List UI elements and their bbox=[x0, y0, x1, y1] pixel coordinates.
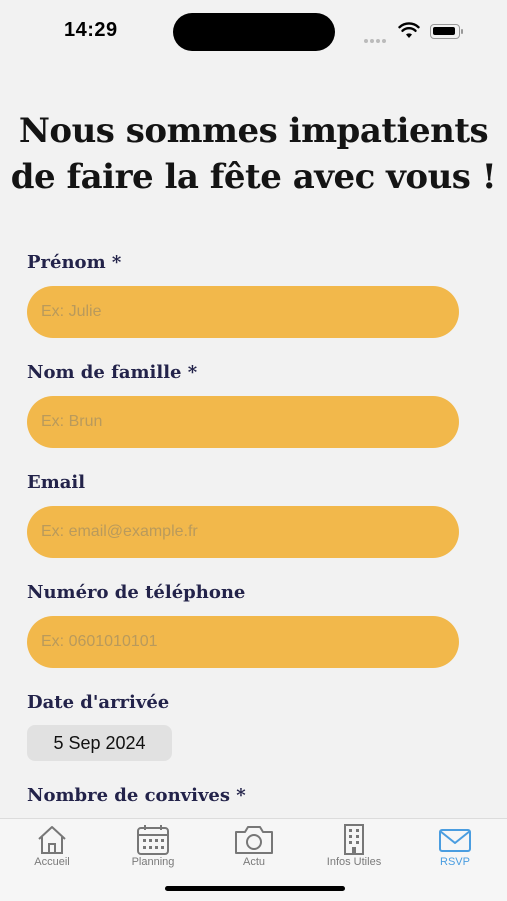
tab-accueil-label: Accueil bbox=[34, 856, 70, 868]
home-indicator bbox=[165, 886, 345, 891]
arrival-date-label: Date d'arrivée bbox=[27, 692, 170, 713]
calendar-icon bbox=[137, 825, 169, 855]
arrival-date-picker[interactable]: 5 Sep 2024 bbox=[27, 725, 172, 761]
building-icon bbox=[344, 824, 364, 855]
status-time: 14:29 bbox=[64, 19, 118, 41]
tab-actu-label: Actu bbox=[242, 856, 265, 868]
first-name-input[interactable] bbox=[27, 286, 459, 338]
tab-planning-label: Planning bbox=[131, 856, 175, 868]
tab-infos-utiles-label: Infos Utiles bbox=[326, 856, 382, 868]
signal-icon bbox=[364, 30, 388, 48]
home-icon bbox=[38, 826, 66, 854]
tab-planning[interactable]: Planning bbox=[103, 819, 203, 879]
page-title-line1: Nous sommes impatients bbox=[18, 111, 489, 151]
email-label: Email bbox=[27, 472, 86, 493]
camera-icon bbox=[235, 826, 273, 854]
page-title: Nous sommes impatients de faire la fête … bbox=[0, 108, 507, 200]
last-name-label: Nom de famille * bbox=[27, 362, 198, 383]
phone-input[interactable] bbox=[27, 616, 459, 668]
status-bar: 14:29 bbox=[0, 0, 507, 62]
tab-rsvp-label: RSVP bbox=[440, 856, 470, 868]
dynamic-island bbox=[173, 13, 335, 51]
page-title-line2: de faire la fête avec vous ! bbox=[10, 157, 497, 197]
battery-icon bbox=[430, 24, 463, 39]
phone-label: Numéro de téléphone bbox=[27, 582, 246, 603]
tab-actu[interactable]: Actu bbox=[204, 819, 304, 879]
last-name-input[interactable] bbox=[27, 396, 459, 448]
email-input[interactable] bbox=[27, 506, 459, 558]
guests-label: Nombre de convives * bbox=[27, 785, 246, 806]
mail-icon bbox=[439, 829, 471, 852]
tab-infos-utiles[interactable]: Infos Utiles bbox=[304, 819, 404, 879]
tab-rsvp[interactable]: RSVP bbox=[405, 819, 505, 879]
tab-accueil[interactable]: Accueil bbox=[2, 819, 102, 879]
wifi-icon bbox=[398, 22, 420, 38]
first-name-label: Prénom * bbox=[27, 252, 122, 273]
